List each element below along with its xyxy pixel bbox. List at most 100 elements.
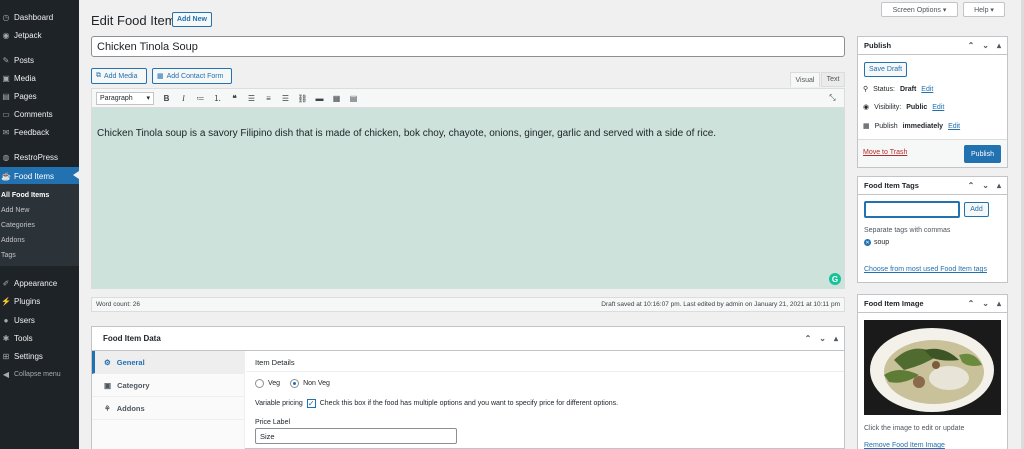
- move-up-icon[interactable]: ⌃: [968, 299, 975, 308]
- blockquote-icon[interactable]: ❝: [226, 91, 243, 105]
- appearance-icon: ✐: [2, 278, 10, 288]
- add-media-button[interactable]: ⧉ Add Media: [91, 68, 147, 84]
- price-label-input[interactable]: Size: [255, 428, 457, 444]
- toolbar-toggle-icon[interactable]: ▦: [328, 91, 345, 105]
- move-up-icon[interactable]: ⌃: [968, 181, 975, 190]
- tools-icon: ✱: [2, 333, 10, 343]
- item-details-heading: Item Details: [255, 358, 295, 367]
- format-select[interactable]: Paragraph ▾: [96, 91, 154, 105]
- sidebar-item-jetpack[interactable]: ◉ Jetpack: [0, 27, 79, 43]
- sidebar-item-users[interactable]: ● Users: [0, 312, 79, 328]
- toggle-panel-icon[interactable]: ▴: [997, 299, 1001, 308]
- sidebar-item-dashboard[interactable]: ◷ Dashboard: [0, 9, 79, 25]
- read-more-icon[interactable]: ▬: [311, 91, 328, 105]
- italic-icon[interactable]: I: [175, 91, 192, 105]
- edit-visibility-link[interactable]: Edit: [932, 104, 944, 111]
- editor-content-area[interactable]: Chicken Tinola soup is a savory Filipino…: [91, 108, 845, 289]
- remove-image-link[interactable]: Remove Food Item Image: [864, 442, 945, 449]
- contact-form-icon: ▦: [157, 73, 164, 80]
- toggle-panel-icon[interactable]: ▴: [997, 41, 1001, 50]
- edit-status-link[interactable]: Edit: [921, 86, 933, 93]
- bold-icon[interactable]: B: [158, 91, 175, 105]
- sidebar-item-restropress[interactable]: ◍ RestroPress: [0, 149, 79, 165]
- tab-addons[interactable]: ⚘ Addons: [92, 397, 244, 420]
- align-right-icon[interactable]: ☰: [277, 91, 294, 105]
- move-to-trash-link[interactable]: Move to Trash: [863, 149, 907, 156]
- settings-icon: ⊞: [2, 351, 10, 361]
- sidebar-item-posts[interactable]: ✎ Posts: [0, 52, 79, 68]
- new-tag-input[interactable]: [864, 201, 960, 218]
- move-up-icon[interactable]: ⌃: [968, 41, 975, 50]
- move-down-icon[interactable]: ⌄: [819, 334, 826, 343]
- submenu-addons[interactable]: Addons: [1, 237, 25, 244]
- sidebar-collapse-menu[interactable]: ◀ Collapse menu: [0, 366, 79, 382]
- editor-status-bar: Word count: 26 Draft saved at 10:16:07 p…: [91, 297, 845, 312]
- non-veg-radio[interactable]: [290, 379, 300, 388]
- veg-type-options: Veg Non Veg: [255, 379, 330, 388]
- form-icon[interactable]: ▤: [345, 91, 362, 105]
- sidebar-item-pages[interactable]: ▤ Pages: [0, 88, 79, 104]
- fullscreen-icon[interactable]: ⤡: [824, 91, 841, 105]
- add-contact-form-button[interactable]: ▦ Add Contact Form: [152, 68, 232, 84]
- remove-tag-icon[interactable]: ✕: [864, 239, 871, 246]
- align-center-icon[interactable]: ≡: [260, 91, 277, 105]
- move-down-icon[interactable]: ⌄: [982, 41, 989, 50]
- submenu-add-new[interactable]: Add New: [1, 207, 29, 214]
- move-down-icon[interactable]: ⌄: [982, 181, 989, 190]
- addons-icon: ⚘: [104, 403, 111, 413]
- tags-hint: Separate tags with commas: [864, 227, 951, 234]
- edit-schedule-link[interactable]: Edit: [948, 123, 960, 130]
- veg-radio[interactable]: [255, 379, 264, 388]
- screen-options-button[interactable]: Screen Options ▾: [881, 2, 958, 17]
- calendar-icon: ▦: [863, 123, 870, 130]
- sidebar-item-appearance[interactable]: ✐ Appearance: [0, 275, 79, 291]
- bullet-list-icon[interactable]: ≔: [192, 91, 209, 105]
- add-media-icon: ⧉: [96, 72, 101, 79]
- submenu-categories[interactable]: Categories: [1, 222, 35, 229]
- help-button[interactable]: Help ▾: [963, 2, 1005, 17]
- toggle-panel-icon[interactable]: ▴: [834, 334, 838, 343]
- sidebar-item-plugins[interactable]: ⚡ Plugins: [0, 293, 79, 309]
- save-draft-button[interactable]: Save Draft: [864, 62, 908, 77]
- publish-button[interactable]: Publish: [964, 145, 1001, 163]
- add-new-button[interactable]: Add New: [172, 12, 212, 27]
- category-icon: ▣: [104, 380, 112, 390]
- submenu-tags[interactable]: Tags: [1, 252, 16, 259]
- tab-general[interactable]: ⚙ General: [92, 351, 244, 374]
- tag-item: ✕ soup: [864, 239, 890, 246]
- word-count: Word count: 26: [96, 301, 140, 308]
- move-down-icon[interactable]: ⌄: [982, 299, 989, 308]
- tab-visual[interactable]: Visual: [790, 72, 820, 87]
- sidebar-item-food-items[interactable]: ☕ Food Items: [0, 167, 79, 185]
- numbered-list-icon[interactable]: ⒈: [209, 91, 226, 105]
- publish-box: Publish ⌃ ⌄ ▴ Save Draft ⚲ Status: Draft Edi…: [857, 36, 1008, 168]
- food-item-image[interactable]: [864, 320, 1001, 415]
- tags-header: Food Item Tags ⌃ ⌄ ▴: [858, 177, 1007, 195]
- image-header: Food Item Image ⌃ ⌄ ▴: [858, 295, 1007, 313]
- soup-bowl-image: [864, 320, 1001, 415]
- add-tag-button[interactable]: Add: [964, 202, 989, 217]
- sidebar-item-settings[interactable]: ⊞ Settings: [0, 348, 79, 364]
- tab-category[interactable]: ▣ Category: [92, 374, 244, 397]
- submenu-all-food-items[interactable]: All Food Items: [1, 192, 49, 199]
- sidebar-item-media[interactable]: ▣ Media: [0, 70, 79, 86]
- sidebar-item-tools[interactable]: ✱ Tools: [0, 330, 79, 346]
- move-up-icon[interactable]: ⌃: [805, 334, 812, 343]
- choose-most-used-tags-link[interactable]: Choose from most used Food Item tags: [864, 266, 987, 273]
- grammarly-icon[interactable]: G: [829, 273, 841, 285]
- food-item-data-box: Food Item Data ⌃ ⌄ ▴ ⚙ General ▣ Category …: [91, 326, 845, 449]
- users-icon: ●: [3, 315, 9, 325]
- variable-pricing-row: Variable pricing ✓ Check this box if the…: [255, 399, 619, 408]
- link-icon[interactable]: ⛓: [294, 91, 311, 105]
- toggle-panel-icon[interactable]: ▴: [997, 181, 1001, 190]
- tab-text[interactable]: Text: [821, 72, 845, 87]
- wrench-icon: ⚙: [104, 357, 111, 367]
- sidebar-item-feedback[interactable]: ✉ Feedback: [0, 124, 79, 140]
- eye-icon: ◉: [863, 104, 870, 111]
- post-title-input[interactable]: Chicken Tinola Soup: [91, 36, 845, 57]
- align-left-icon[interactable]: ☰: [243, 91, 260, 105]
- variable-pricing-checkbox[interactable]: ✓: [306, 399, 316, 408]
- pin-icon: ✎: [2, 55, 10, 65]
- sidebar-item-comments[interactable]: ▭ Comments: [0, 106, 79, 122]
- general-panel: Item Details Veg Non Veg Variable pricin…: [246, 351, 844, 449]
